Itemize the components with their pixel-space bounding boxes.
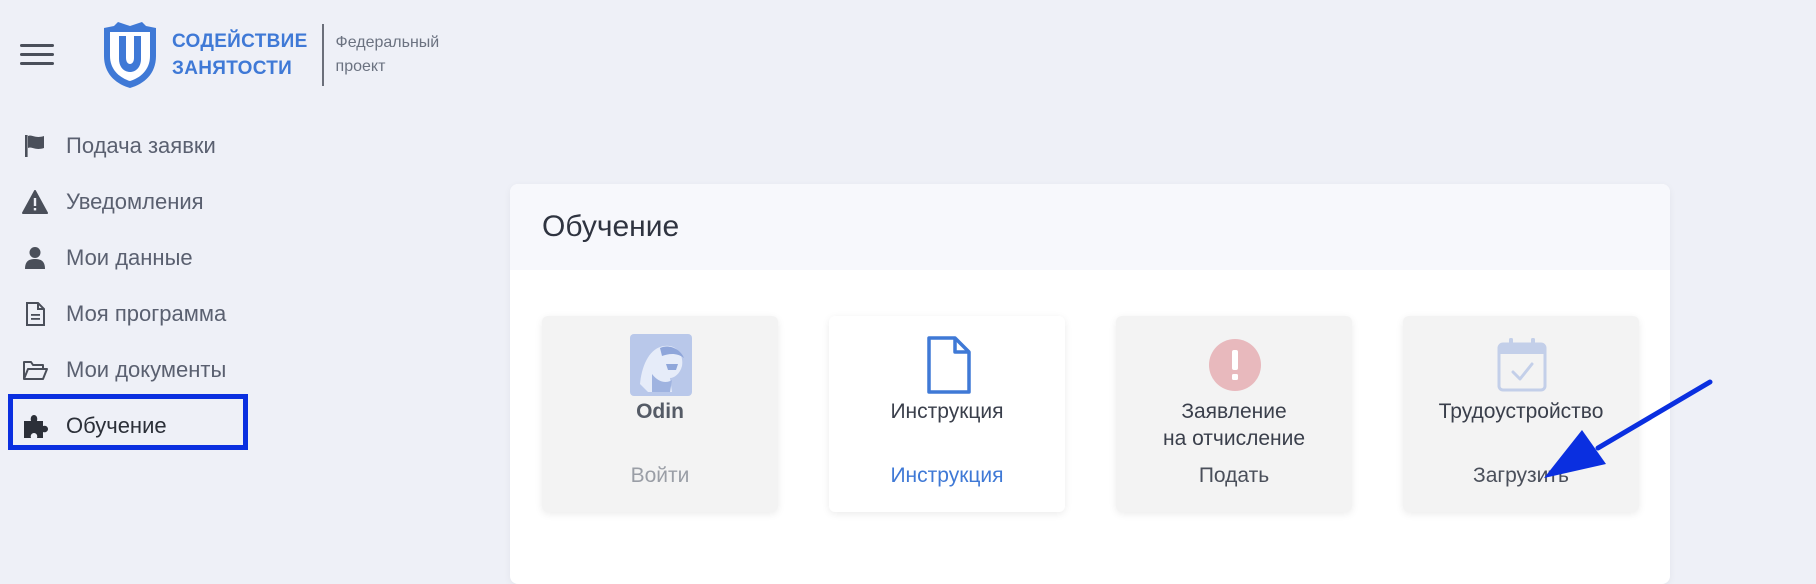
instruction-link[interactable]: Инструкция [829,464,1065,488]
sidebar-item-label: Моя программа [66,301,227,326]
sidebar-item-application[interactable]: Подача заявки [0,118,260,174]
logo-shield-icon [104,22,156,88]
user-icon [22,245,48,271]
warning-icon [22,189,48,215]
sidebar-item-my-data[interactable]: Мои данные [0,230,260,286]
card-title-line1: Заявление [1181,400,1287,423]
training-panel: Обучение Odin Войти Инструкция Инструкци… [510,184,1670,584]
sidebar-item-label: Уведомления [66,189,204,214]
card-title: Инструкция [890,400,1004,423]
document-icon [22,301,48,327]
upload-link[interactable]: Загрузить [1403,464,1639,488]
card-title: Трудоустройство [1438,400,1604,423]
page-title: Обучение [510,184,1670,270]
card-odin[interactable]: Odin Войти [542,316,778,512]
sidebar-item-label: Мои данные [66,245,193,270]
flag-icon [22,133,48,159]
sidebar-item-notifications[interactable]: Уведомления [0,174,260,230]
logo-title-line1: СОДЕЙСТВИЕ [172,31,308,52]
logo: СОДЕЙСТВИЕ ЗАНЯТОСТИ Федеральный проект [100,22,439,88]
card-title: Odin [636,400,684,423]
submit-link[interactable]: Подать [1116,464,1352,488]
sidebar-item-my-documents[interactable]: Мои документы [0,342,260,398]
document-icon [927,336,971,394]
logo-subtitle-line2: проект [335,58,386,75]
active-item-highlight [8,394,248,450]
folder-open-icon [22,357,48,383]
logo-divider [321,24,324,86]
logo-title-line2: ЗАНЯТОСТИ [172,58,293,79]
card-title: Заявление на отчисление [1116,398,1352,452]
sidebar-item-label: Подача заявки [66,133,216,158]
login-link[interactable]: Войти [542,464,778,488]
card-instruction[interactable]: Инструкция Инструкция [829,316,1065,512]
card-expulsion[interactable]: Заявление на отчисление Подать [1116,316,1352,512]
card-title-line2: на отчисление [1162,427,1306,450]
logo-subtitle-line1: Федеральный [335,34,440,51]
sidebar-item-label: Мои документы [66,357,227,382]
sidebar-item-my-program[interactable]: Моя программа [0,286,260,342]
exclamation-icon [1209,339,1261,391]
hamburger-icon[interactable] [20,44,54,70]
card-employment[interactable]: Трудоустройство Загрузить [1403,316,1639,512]
odin-logo-icon [630,334,692,396]
calendar-check-icon [1497,338,1547,392]
